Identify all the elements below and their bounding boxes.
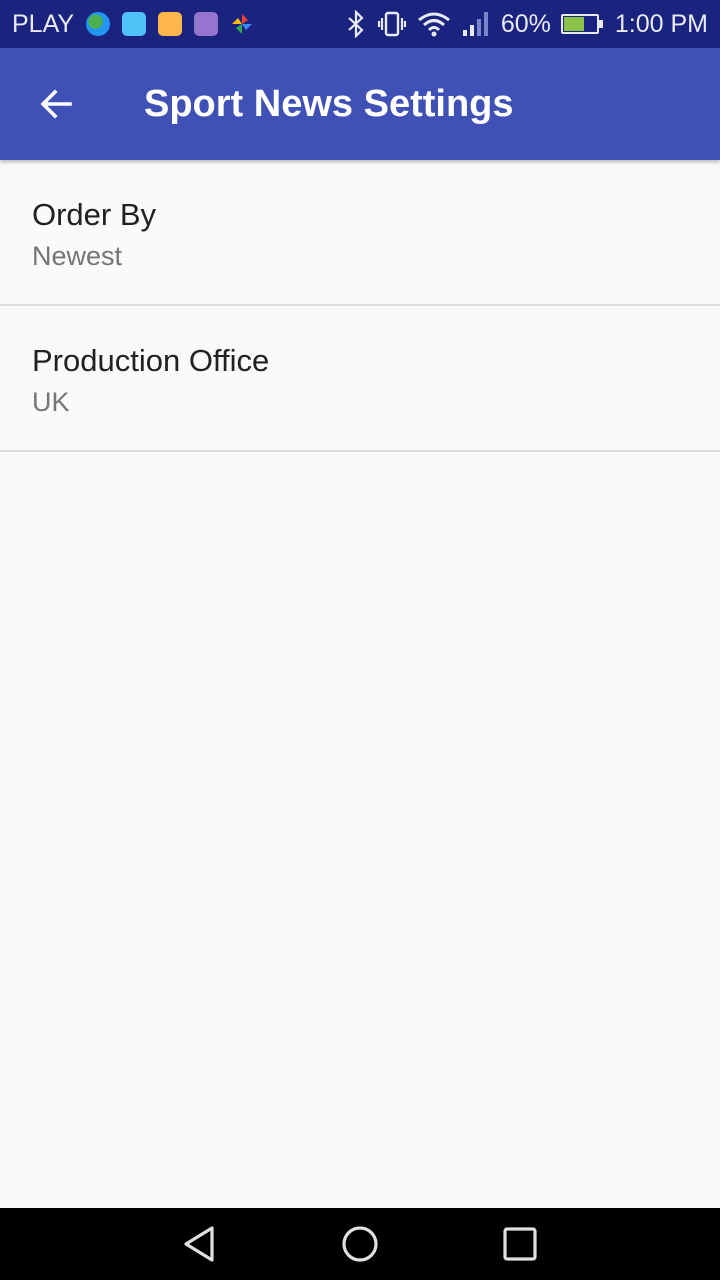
gallery-icon — [194, 12, 219, 36]
navigation-bar — [0, 1208, 720, 1280]
recents-square-icon — [503, 1227, 537, 1261]
pinwheel-icon — [232, 14, 253, 34]
globe-icon — [86, 12, 111, 36]
pref-order-by[interactable]: Order By Newest — [0, 160, 720, 306]
nav-home-button[interactable] — [320, 1208, 400, 1280]
status-bar-right: 60% 1:00 PM — [345, 10, 708, 39]
signal-icon — [462, 12, 488, 36]
back-triangle-icon — [184, 1226, 214, 1262]
wifi-icon — [417, 12, 450, 37]
app-bar: Sport News Settings — [0, 48, 720, 160]
home-circle-icon — [342, 1226, 378, 1262]
arrow-back-icon — [40, 89, 72, 119]
status-bar: PLAY 60% 1:00 PM — [0, 0, 720, 48]
status-time: 1:00 PM — [614, 9, 708, 38]
page-title: Sport News Settings — [144, 82, 514, 125]
pref-summary: UK — [32, 387, 70, 417]
battery-fill — [563, 17, 585, 31]
pref-title: Production Office — [32, 343, 270, 378]
android-icon — [122, 12, 147, 36]
pref-title: Order By — [32, 197, 157, 232]
battery-percent: 60% — [500, 9, 551, 38]
nav-recents-button[interactable] — [480, 1208, 560, 1280]
battery-charging-icon — [560, 14, 603, 34]
bluetooth-icon — [348, 10, 364, 38]
nav-back-button[interactable] — [160, 1208, 240, 1280]
pref-production-office[interactable]: Production Office UK — [0, 306, 720, 452]
back-button[interactable] — [0, 48, 112, 160]
status-bar-left: PLAY — [12, 10, 254, 39]
preference-list: Order By Newest Production Office UK — [0, 160, 720, 452]
store-icon — [158, 12, 183, 36]
carrier-label: PLAY — [12, 9, 75, 38]
vibrate-icon — [377, 11, 406, 37]
pref-summary: Newest — [32, 241, 123, 271]
